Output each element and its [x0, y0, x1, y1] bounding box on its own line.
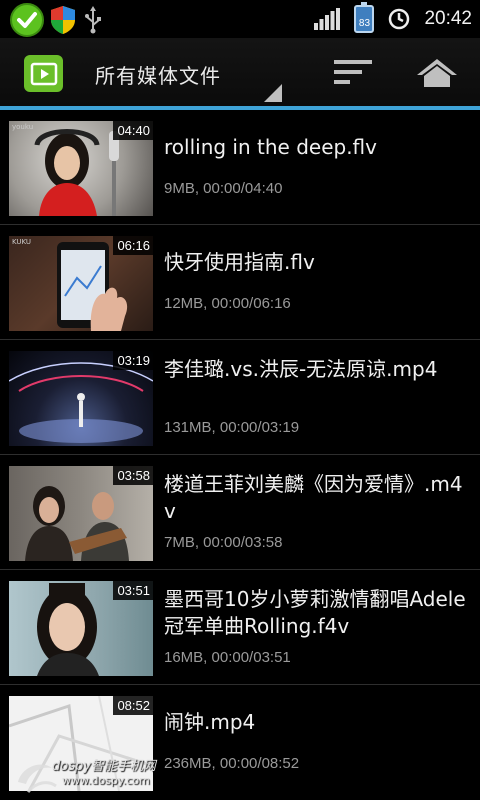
- check-icon: [10, 3, 44, 37]
- video-duration: 03:58: [113, 466, 153, 485]
- video-name: 楼道王菲刘美麟《因为爱情》.m4v: [164, 472, 463, 523]
- video-name: 闹钟.mp4: [164, 710, 256, 734]
- video-thumbnail: 03:58: [9, 466, 153, 561]
- video-name: 李佳璐.vs.洪辰-无法原谅.mp4: [164, 357, 438, 381]
- status-bar: 83 20:42: [0, 0, 480, 38]
- usb-icon: [85, 6, 101, 34]
- clock-icon: [389, 8, 410, 30]
- video-meta: 16MB, 00:00/03:51: [164, 649, 291, 666]
- video-duration: 04:40: [113, 121, 153, 140]
- notification-icons: [10, 3, 104, 37]
- home-icon[interactable]: [413, 56, 461, 90]
- dropdown-triangle-icon: [264, 84, 282, 102]
- video-item-3[interactable]: 03:58 楼道王菲刘美麟《因为爱情》.m4v 7MB, 00:00/03:58: [0, 455, 480, 570]
- video-meta: 9MB, 00:00/04:40: [164, 180, 283, 197]
- video-thumbnail: 03:19: [9, 351, 153, 446]
- site-watermark: dospy智能手机网 www.dospy.com: [8, 752, 238, 798]
- video-duration: 03:51: [113, 581, 153, 600]
- shield-icon: [51, 6, 75, 34]
- video-name: rolling in the deep.flv: [164, 135, 377, 159]
- video-app-icon[interactable]: [24, 55, 63, 92]
- video-list: youku 04:40 rolling in the deep.flv 9MB,…: [0, 110, 480, 800]
- media-filter-dropdown[interactable]: 所有媒体文件: [95, 38, 285, 106]
- video-item-0[interactable]: youku 04:40 rolling in the deep.flv 9MB,…: [0, 110, 480, 225]
- thumbnail-watermark: youku: [12, 123, 34, 131]
- video-name: 墨西哥10岁小萝莉激情翻唱Adele冠军单曲Rolling.f4v: [164, 587, 466, 638]
- watermark-brand: dospy智能手机网: [52, 759, 156, 774]
- video-item-1[interactable]: KUKU 06:16 快牙使用指南.flv 12MB, 00:00/06:16: [0, 225, 480, 340]
- video-meta: 12MB, 00:00/06:16: [164, 295, 291, 312]
- video-duration: 06:16: [113, 236, 153, 255]
- video-thumbnail: 03:51: [9, 581, 153, 676]
- video-name: 快牙使用指南.flv: [164, 250, 315, 274]
- watermark-url: www.dospy.com: [62, 774, 150, 787]
- status-time: 20:42: [424, 8, 472, 29]
- thumbnail-watermark: KUKU: [12, 238, 32, 246]
- video-item-4[interactable]: 03:51 墨西哥10岁小萝莉激情翻唱Adele冠军单曲Rolling.f4v …: [0, 570, 480, 685]
- signal-icon: [314, 8, 341, 30]
- video-thumbnail: youku 04:40: [9, 121, 153, 216]
- video-duration: 03:19: [113, 351, 153, 370]
- page-title: 所有媒体文件: [95, 64, 221, 88]
- system-icons: 83 20:42: [314, 2, 472, 34]
- video-meta: 131MB, 00:00/03:19: [164, 419, 300, 436]
- action-bar: 所有媒体文件: [0, 38, 480, 106]
- battery-level: 83: [358, 18, 371, 29]
- sort-icon[interactable]: [330, 56, 376, 88]
- video-thumbnail: KUKU 06:16: [9, 236, 153, 331]
- video-meta: 7MB, 00:00/03:58: [164, 534, 283, 551]
- battery-icon: 83: [354, 2, 375, 33]
- video-item-2[interactable]: 03:19 李佳璐.vs.洪辰-无法原谅.mp4 131MB, 00:00/03…: [0, 340, 480, 455]
- video-duration: 08:52: [113, 696, 153, 715]
